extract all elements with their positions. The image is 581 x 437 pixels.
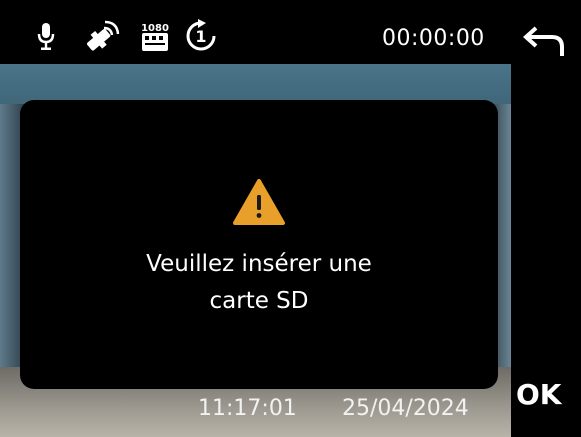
satellite-gps-icon <box>84 19 120 51</box>
microphone-icon <box>36 22 56 52</box>
timestamp-time: 11:17:01 <box>198 396 297 421</box>
svg-text:1: 1 <box>195 27 206 46</box>
svg-text:1080: 1080 <box>141 23 169 34</box>
back-arrow-icon <box>522 26 566 62</box>
loop-recording-1min-icon: 1 <box>184 19 218 51</box>
dialog-message-line1: Veuillez insérer une <box>146 251 372 277</box>
warning-icon <box>232 178 286 226</box>
dialog-message-line2: carte SD <box>209 288 309 314</box>
recording-timer: 00:00:00 <box>382 26 485 51</box>
timestamp-date: 25/04/2024 <box>342 396 469 421</box>
side-control-column <box>511 0 581 437</box>
resolution-1080p-icon: 1080 <box>140 20 170 51</box>
back-button[interactable] <box>522 24 566 58</box>
dashcam-screen: 1080 1 00:00:00 Veuillez insérer une car… <box>0 0 581 437</box>
alert-dialog <box>20 100 498 389</box>
ok-button[interactable]: OK <box>516 378 562 411</box>
status-bar: 1080 1 00:00:00 <box>0 0 581 64</box>
dialog-message: Veuillez insérer une carte SD <box>20 246 498 320</box>
